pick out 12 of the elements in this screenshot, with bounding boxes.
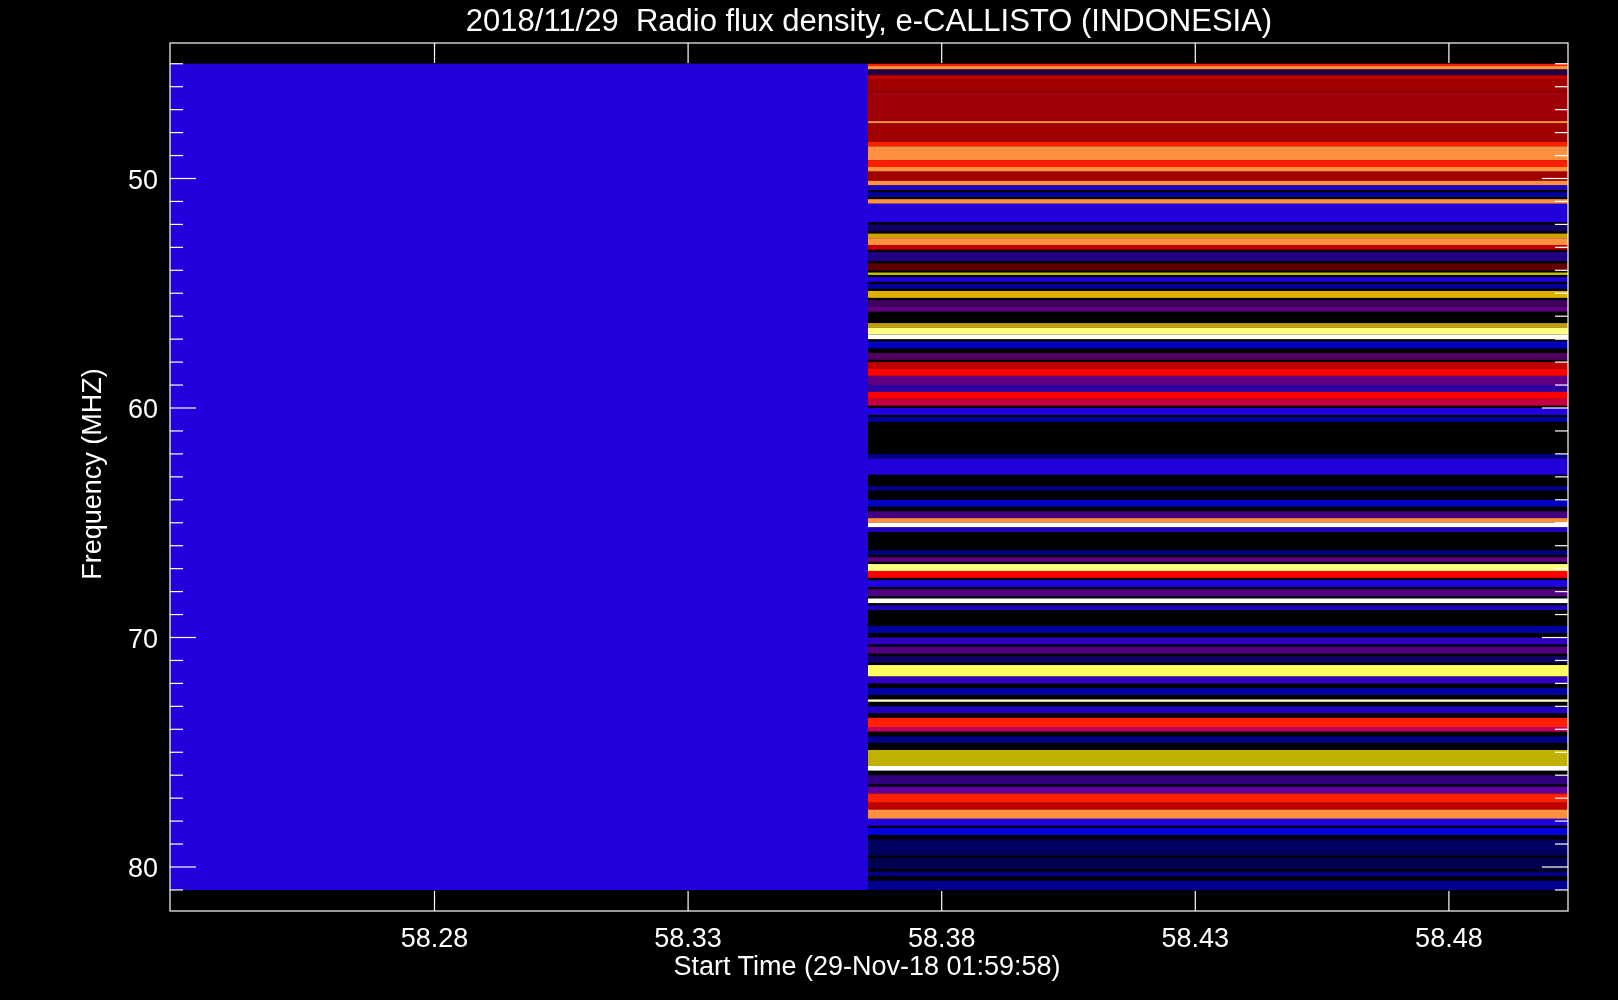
y-tick-label: 50: [127, 164, 158, 195]
y-tick-label: 70: [127, 623, 158, 654]
x-tick-label: 58.33: [654, 923, 722, 953]
chart-title: 2018/11/29 Radio flux density, e-CALLISTO (INDONESIA): [465, 3, 1273, 38]
x-tick-label: 58.48: [1415, 923, 1483, 953]
x-tick-label: 58.28: [400, 923, 469, 953]
y-tick-label: 60: [127, 394, 158, 424]
y-tick-label: 80: [127, 853, 158, 883]
x-axis-label: Start Time (29-Nov-18 01:59:58): [673, 951, 1061, 981]
y-axis-label: Frequency (MHZ): [77, 368, 107, 580]
x-tick-label: 58.38: [907, 923, 976, 953]
x-tick-label: 58.43: [1161, 923, 1230, 953]
